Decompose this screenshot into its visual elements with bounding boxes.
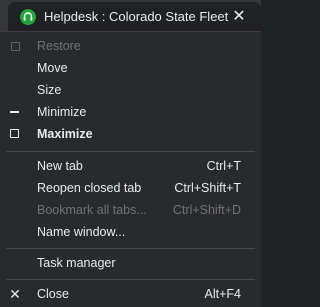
close-icon: ✕ [9,286,21,302]
menu-item-name-window[interactable]: Name window... [0,221,261,243]
menu-item-label: Restore [37,39,81,53]
menu-item-shortcut: Alt+F4 [204,287,241,301]
menu-item-label: Reopen closed tab [37,181,142,195]
menu-item-shortcut: Ctrl+Shift+D [172,203,241,217]
maximize-icon [9,128,21,140]
menu-item-close[interactable]: ✕ Close Alt+F4 [0,283,261,305]
menu-item-label: Maximize [37,127,93,141]
window-system-menu: Restore Move Size Minimize Maximize New … [0,31,261,307]
menu-item-label: Size [37,83,62,97]
menu-item-label: New tab [37,159,83,173]
menu-item-label: Name window... [37,225,126,239]
headset-favicon-icon [20,9,36,25]
menu-item-new-tab[interactable]: New tab Ctrl+T [0,155,261,177]
minimize-icon [9,106,21,118]
menu-item-label: Minimize [37,105,87,119]
menu-item-shortcut: Ctrl+Shift+T [174,181,241,195]
menu-item-bookmark-all-tabs[interactable]: Bookmark all tabs... Ctrl+Shift+D [0,199,261,221]
menu-separator [6,279,255,280]
menu-item-label: Move [37,61,68,75]
menu-item-minimize[interactable]: Minimize [0,101,261,123]
restore-icon [9,40,21,52]
tab-close-icon[interactable]: ✕ [230,8,248,26]
menu-item-size[interactable]: Size [0,79,261,101]
browser-tab[interactable]: Helpdesk : Colorado State Fleet ✕ [8,2,261,31]
menu-item-reopen-closed-tab[interactable]: Reopen closed tab Ctrl+Shift+T [0,177,261,199]
menu-item-label: Task manager [37,256,116,270]
menu-item-task-manager[interactable]: Task manager [0,252,261,274]
menu-item-move[interactable]: Move [0,57,261,79]
tab-strip: Helpdesk : Colorado State Fleet ✕ [0,0,261,31]
tab-title: Helpdesk : Colorado State Fleet [44,9,229,24]
menu-item-shortcut: Ctrl+T [206,159,241,173]
menu-item-label: Bookmark all tabs... [37,203,147,217]
menu-separator [6,151,255,152]
menu-item-maximize[interactable]: Maximize [0,123,261,145]
menu-item-restore[interactable]: Restore [0,35,261,57]
menu-separator [6,248,255,249]
menu-item-label: Close [37,287,69,301]
